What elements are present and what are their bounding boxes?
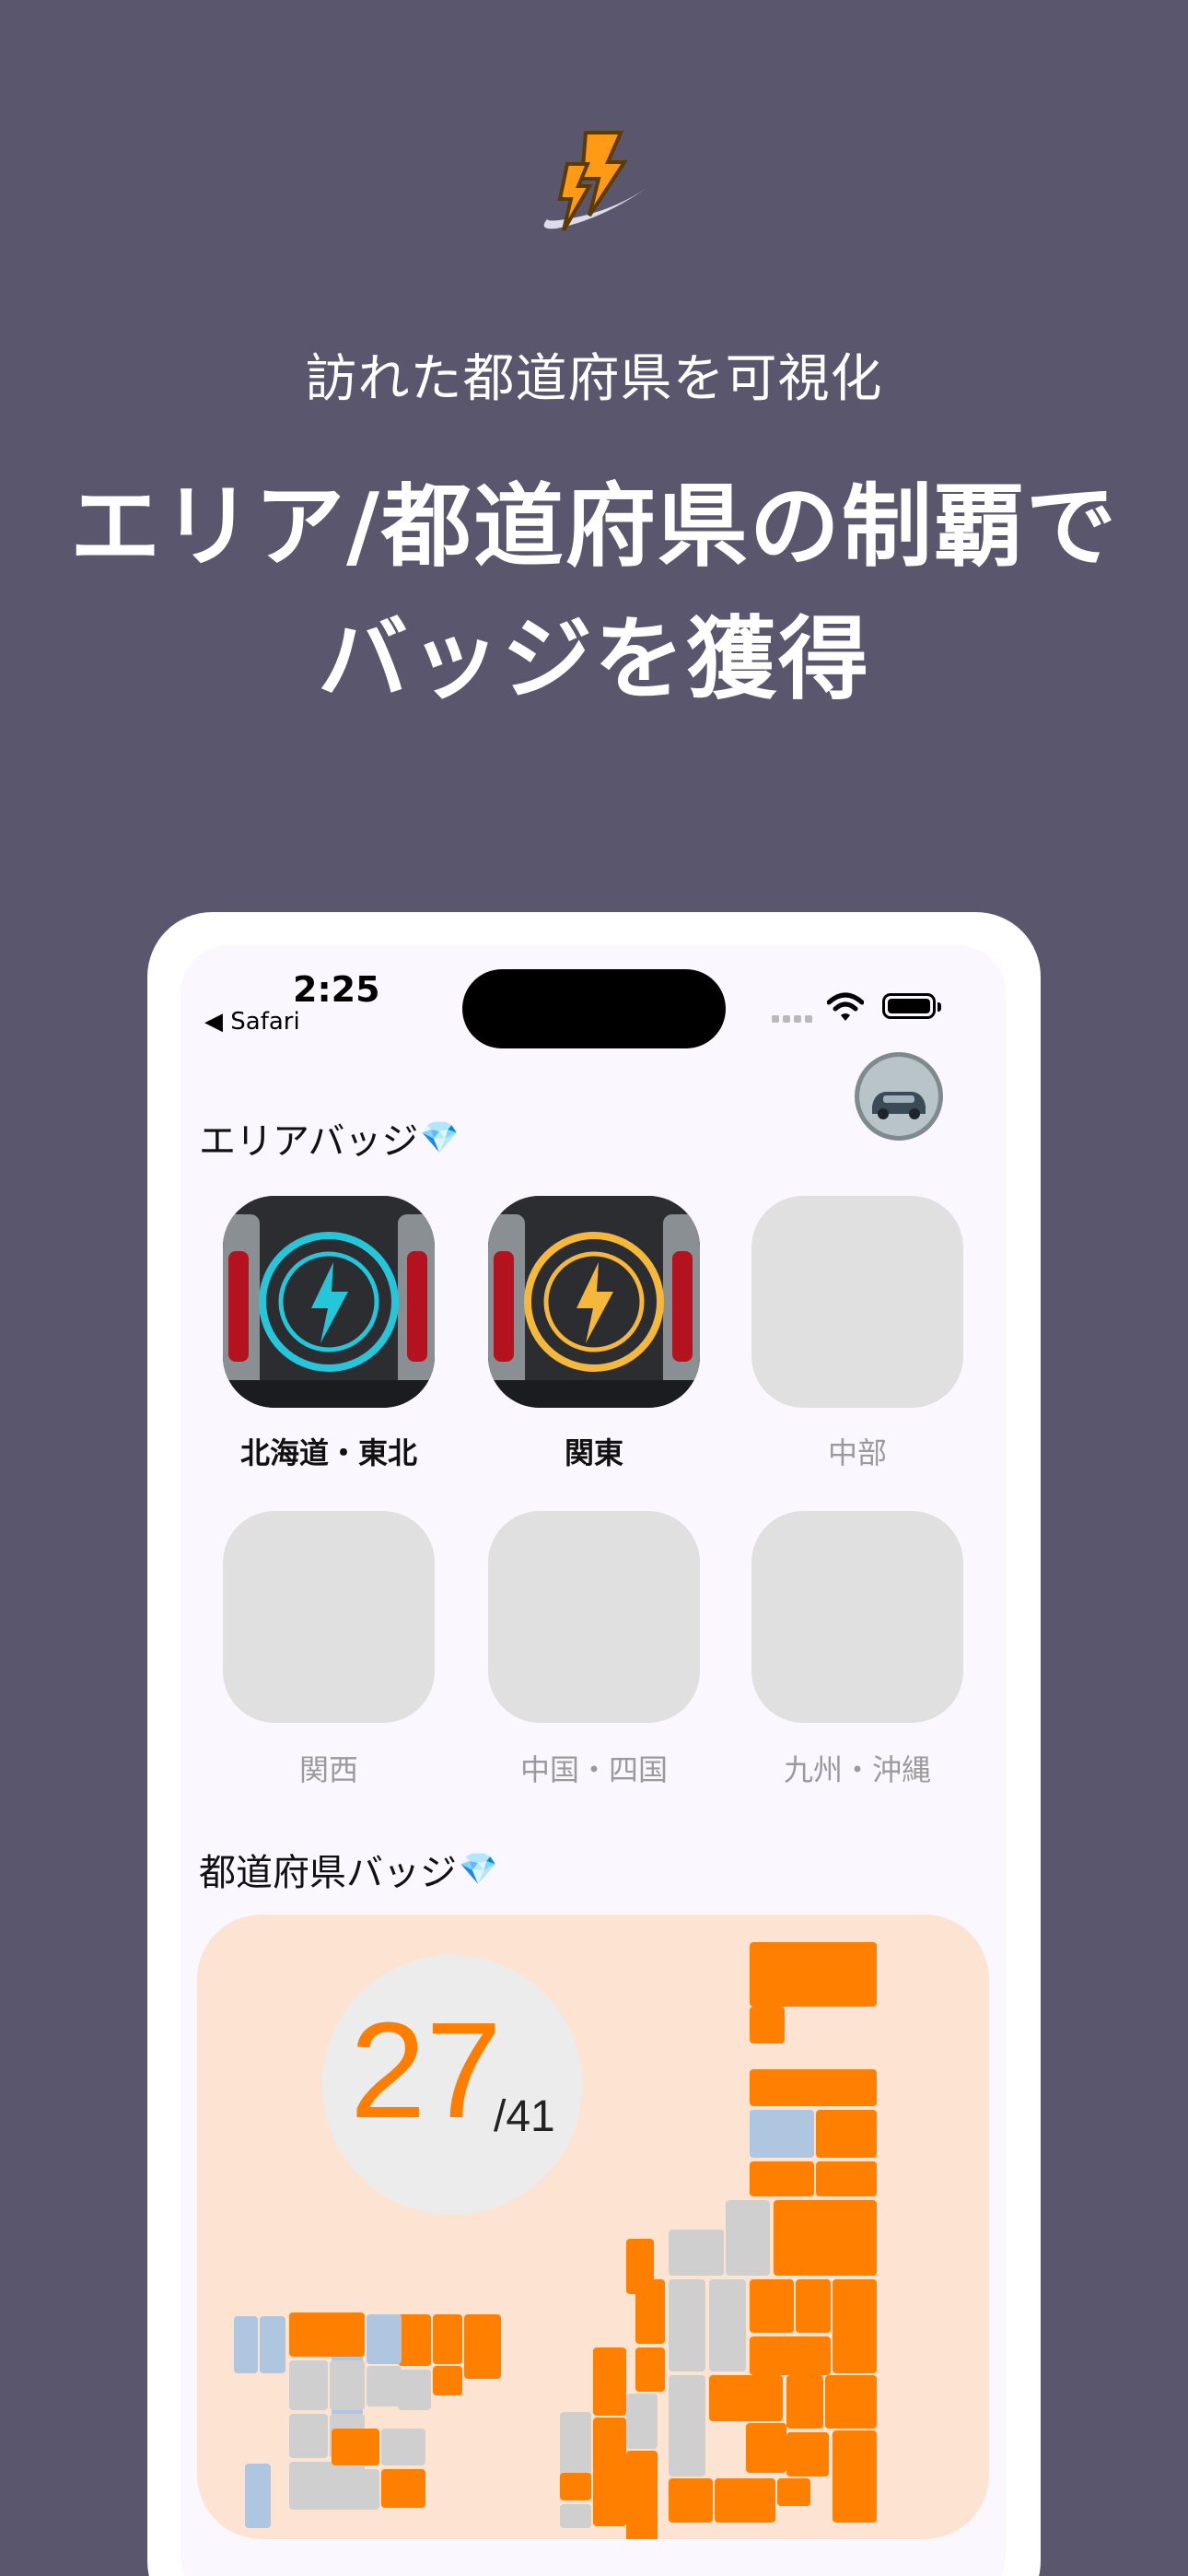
badge-chugoku-shikoku[interactable] bbox=[488, 1511, 700, 1723]
badge-label-kansai: 関西 bbox=[298, 1752, 358, 1787]
charging-badge-cyan-icon bbox=[223, 1196, 435, 1408]
area-badge-section-title: エリアバッジ 💎 bbox=[199, 1111, 460, 1165]
badge-kansai[interactable] bbox=[223, 1511, 435, 1723]
badge-label-chugoku-shikoku: 中国・四国 bbox=[519, 1752, 668, 1787]
prefecture-tile[interactable] bbox=[289, 2414, 328, 2458]
prefecture-tile[interactable] bbox=[669, 2230, 724, 2276]
visited-count: 27 bbox=[350, 1995, 502, 2147]
prefecture-tile[interactable] bbox=[635, 2348, 665, 2392]
wifi-icon bbox=[827, 992, 864, 1021]
profile-avatar[interactable] bbox=[855, 1052, 943, 1141]
prefecture-tile[interactable] bbox=[726, 2200, 770, 2276]
badge-kyushu-okinawa[interactable] bbox=[751, 1511, 963, 1723]
badge-label-kyushu-okinawa: 九州・沖縄 bbox=[783, 1752, 931, 1787]
prefecture-tile[interactable] bbox=[816, 2161, 877, 2196]
badge-hokkaido-tohoku[interactable] bbox=[223, 1196, 435, 1408]
prefecture-tile[interactable] bbox=[289, 2313, 365, 2357]
badge-chubu[interactable] bbox=[751, 1196, 963, 1408]
app-logo bbox=[543, 131, 646, 232]
prefecture-tile[interactable] bbox=[746, 2423, 786, 2473]
prefecture-tile[interactable] bbox=[709, 2279, 746, 2371]
prefecture-tile[interactable] bbox=[626, 2451, 658, 2539]
prefecture-tile[interactable] bbox=[750, 1942, 877, 2007]
prefecture-tile[interactable] bbox=[593, 2418, 626, 2526]
prefecture-tile[interactable] bbox=[635, 2279, 665, 2344]
prefecture-tile[interactable] bbox=[669, 2279, 705, 2371]
prefecture-tile[interactable] bbox=[750, 2161, 814, 2196]
prefecture-tile[interactable] bbox=[786, 2375, 823, 2429]
back-to-safari-link[interactable]: ◀ Safari bbox=[204, 1008, 300, 1036]
prefecture-tile[interactable] bbox=[260, 2316, 285, 2373]
prefecture-tile[interactable] bbox=[433, 2366, 462, 2395]
charging-badge-gold-icon bbox=[488, 1196, 700, 1408]
prefecture-tile[interactable] bbox=[560, 2504, 591, 2528]
prefecture-tile[interactable] bbox=[669, 2478, 713, 2523]
headline-line-1: エリア/都道府県の制覇で bbox=[70, 474, 1118, 580]
status-time: 2:25 bbox=[293, 969, 380, 1010]
prefecture-tile[interactable] bbox=[381, 2469, 425, 2508]
prefecture-tile[interactable] bbox=[398, 2314, 431, 2366]
prefecture-tile[interactable] bbox=[750, 2007, 785, 2043]
prefecture-tile[interactable] bbox=[289, 2360, 328, 2410]
app-screen: 2:25 ◀ Safari エリアバッジ 💎 北海道・東北 関東 中部 関西 中… bbox=[181, 945, 1006, 2576]
prefecture-tile[interactable] bbox=[786, 2432, 829, 2476]
prefecture-tile[interactable] bbox=[709, 2375, 783, 2421]
prefecture-badge-section-title: 都道府県バッジ 💎 bbox=[199, 1843, 497, 1896]
prefecture-tile[interactable] bbox=[750, 2110, 814, 2158]
prefecture-tile[interactable] bbox=[245, 2464, 271, 2528]
prefecture-tile[interactable] bbox=[750, 2279, 794, 2333]
prefecture-tile[interactable] bbox=[774, 2200, 877, 2276]
car-avatar-icon bbox=[859, 1057, 938, 1136]
visited-count-circle: 27 /41 bbox=[322, 1955, 582, 2215]
prefecture-map-card[interactable]: 27 /41 bbox=[197, 1914, 989, 2539]
prefecture-tile[interactable] bbox=[234, 2316, 258, 2373]
prefecture-tile[interactable] bbox=[825, 2375, 877, 2429]
prefecture-tile[interactable] bbox=[433, 2314, 462, 2364]
prefecture-tile[interactable] bbox=[816, 2110, 877, 2158]
prefecture-tile[interactable] bbox=[833, 2279, 877, 2373]
prefecture-tile[interactable] bbox=[332, 2429, 379, 2465]
total-count: /41 bbox=[494, 2092, 555, 2141]
battery-icon bbox=[882, 993, 941, 1019]
headline-line-2: バッジを獲得 bbox=[317, 607, 870, 712]
diamond-icon: 💎 bbox=[420, 1119, 460, 1156]
prefecture-tile[interactable] bbox=[833, 2430, 877, 2523]
prefecture-tile[interactable] bbox=[593, 2348, 626, 2416]
prefecture-tile[interactable] bbox=[464, 2314, 501, 2379]
prefecture-tile[interactable] bbox=[777, 2478, 810, 2506]
page-headline: エリア/都道府県の制覇で バッジを獲得 bbox=[0, 461, 1188, 726]
prefecture-tile[interactable] bbox=[330, 2360, 365, 2410]
prefecture-tile[interactable] bbox=[715, 2478, 775, 2523]
prefecture-tile[interactable] bbox=[332, 2469, 379, 2510]
tab-bar bbox=[181, 2561, 1006, 2576]
badge-kanto[interactable] bbox=[488, 1196, 700, 1408]
prefecture-tile[interactable] bbox=[796, 2279, 831, 2333]
prefecture-tile[interactable] bbox=[367, 2314, 402, 2364]
badge-label-chubu: 中部 bbox=[827, 1435, 887, 1470]
prefecture-tile[interactable] bbox=[750, 2069, 877, 2106]
prefecture-tile[interactable] bbox=[669, 2375, 705, 2476]
prefecture-badge-title-text: 都道府県バッジ bbox=[199, 1852, 457, 1894]
badge-label-hokkaido-tohoku: 北海道・東北 bbox=[239, 1435, 417, 1470]
prefecture-tile[interactable] bbox=[381, 2429, 425, 2465]
prefecture-tile[interactable] bbox=[560, 2473, 591, 2500]
page-subtitle: 訪れた都道府県を可視化 bbox=[305, 349, 883, 409]
cellular-signal-icon bbox=[772, 1015, 816, 1023]
prefecture-tile[interactable] bbox=[626, 2394, 658, 2449]
badge-label-kanto: 関東 bbox=[564, 1435, 623, 1470]
prefecture-tile[interactable] bbox=[367, 2366, 402, 2406]
area-badge-title-text: エリアバッジ bbox=[199, 1120, 419, 1163]
prefecture-tile[interactable] bbox=[398, 2370, 431, 2410]
dynamic-island bbox=[462, 969, 726, 1048]
diamond-icon: 💎 bbox=[459, 1851, 498, 1888]
prefecture-tile[interactable] bbox=[750, 2336, 831, 2375]
